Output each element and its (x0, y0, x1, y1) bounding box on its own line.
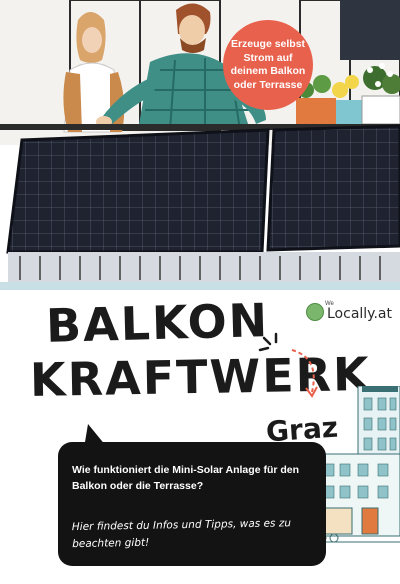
logo-prefix: We (325, 301, 334, 307)
slogan-badge: Erzeuge selbst Strom auf deinem Balkon o… (223, 20, 313, 110)
bubble-hint: Hier findest du Infos und Tipps, was es … (71, 517, 292, 551)
logo-name: Locally.at (327, 306, 392, 322)
sun-rays-icon (258, 332, 278, 352)
welocally-logo[interactable]: We Locally.at (306, 301, 392, 322)
solar-panel-right (266, 124, 400, 252)
slogan-text: Erzeuge selbst Strom auf deinem Balkon o… (230, 38, 306, 91)
bubble-question: Wie funktioniert die Mini-Solar Anlage f… (72, 464, 300, 492)
flyer-page: Erzeuge selbst Strom auf deinem Balkon o… (0, 0, 400, 584)
globe-icon (306, 303, 324, 321)
title-line-1: BALKON (45, 293, 270, 353)
solar-panel-left (6, 128, 270, 254)
building-illustration (318, 386, 400, 543)
balcony-solar-illustration (0, 0, 400, 290)
